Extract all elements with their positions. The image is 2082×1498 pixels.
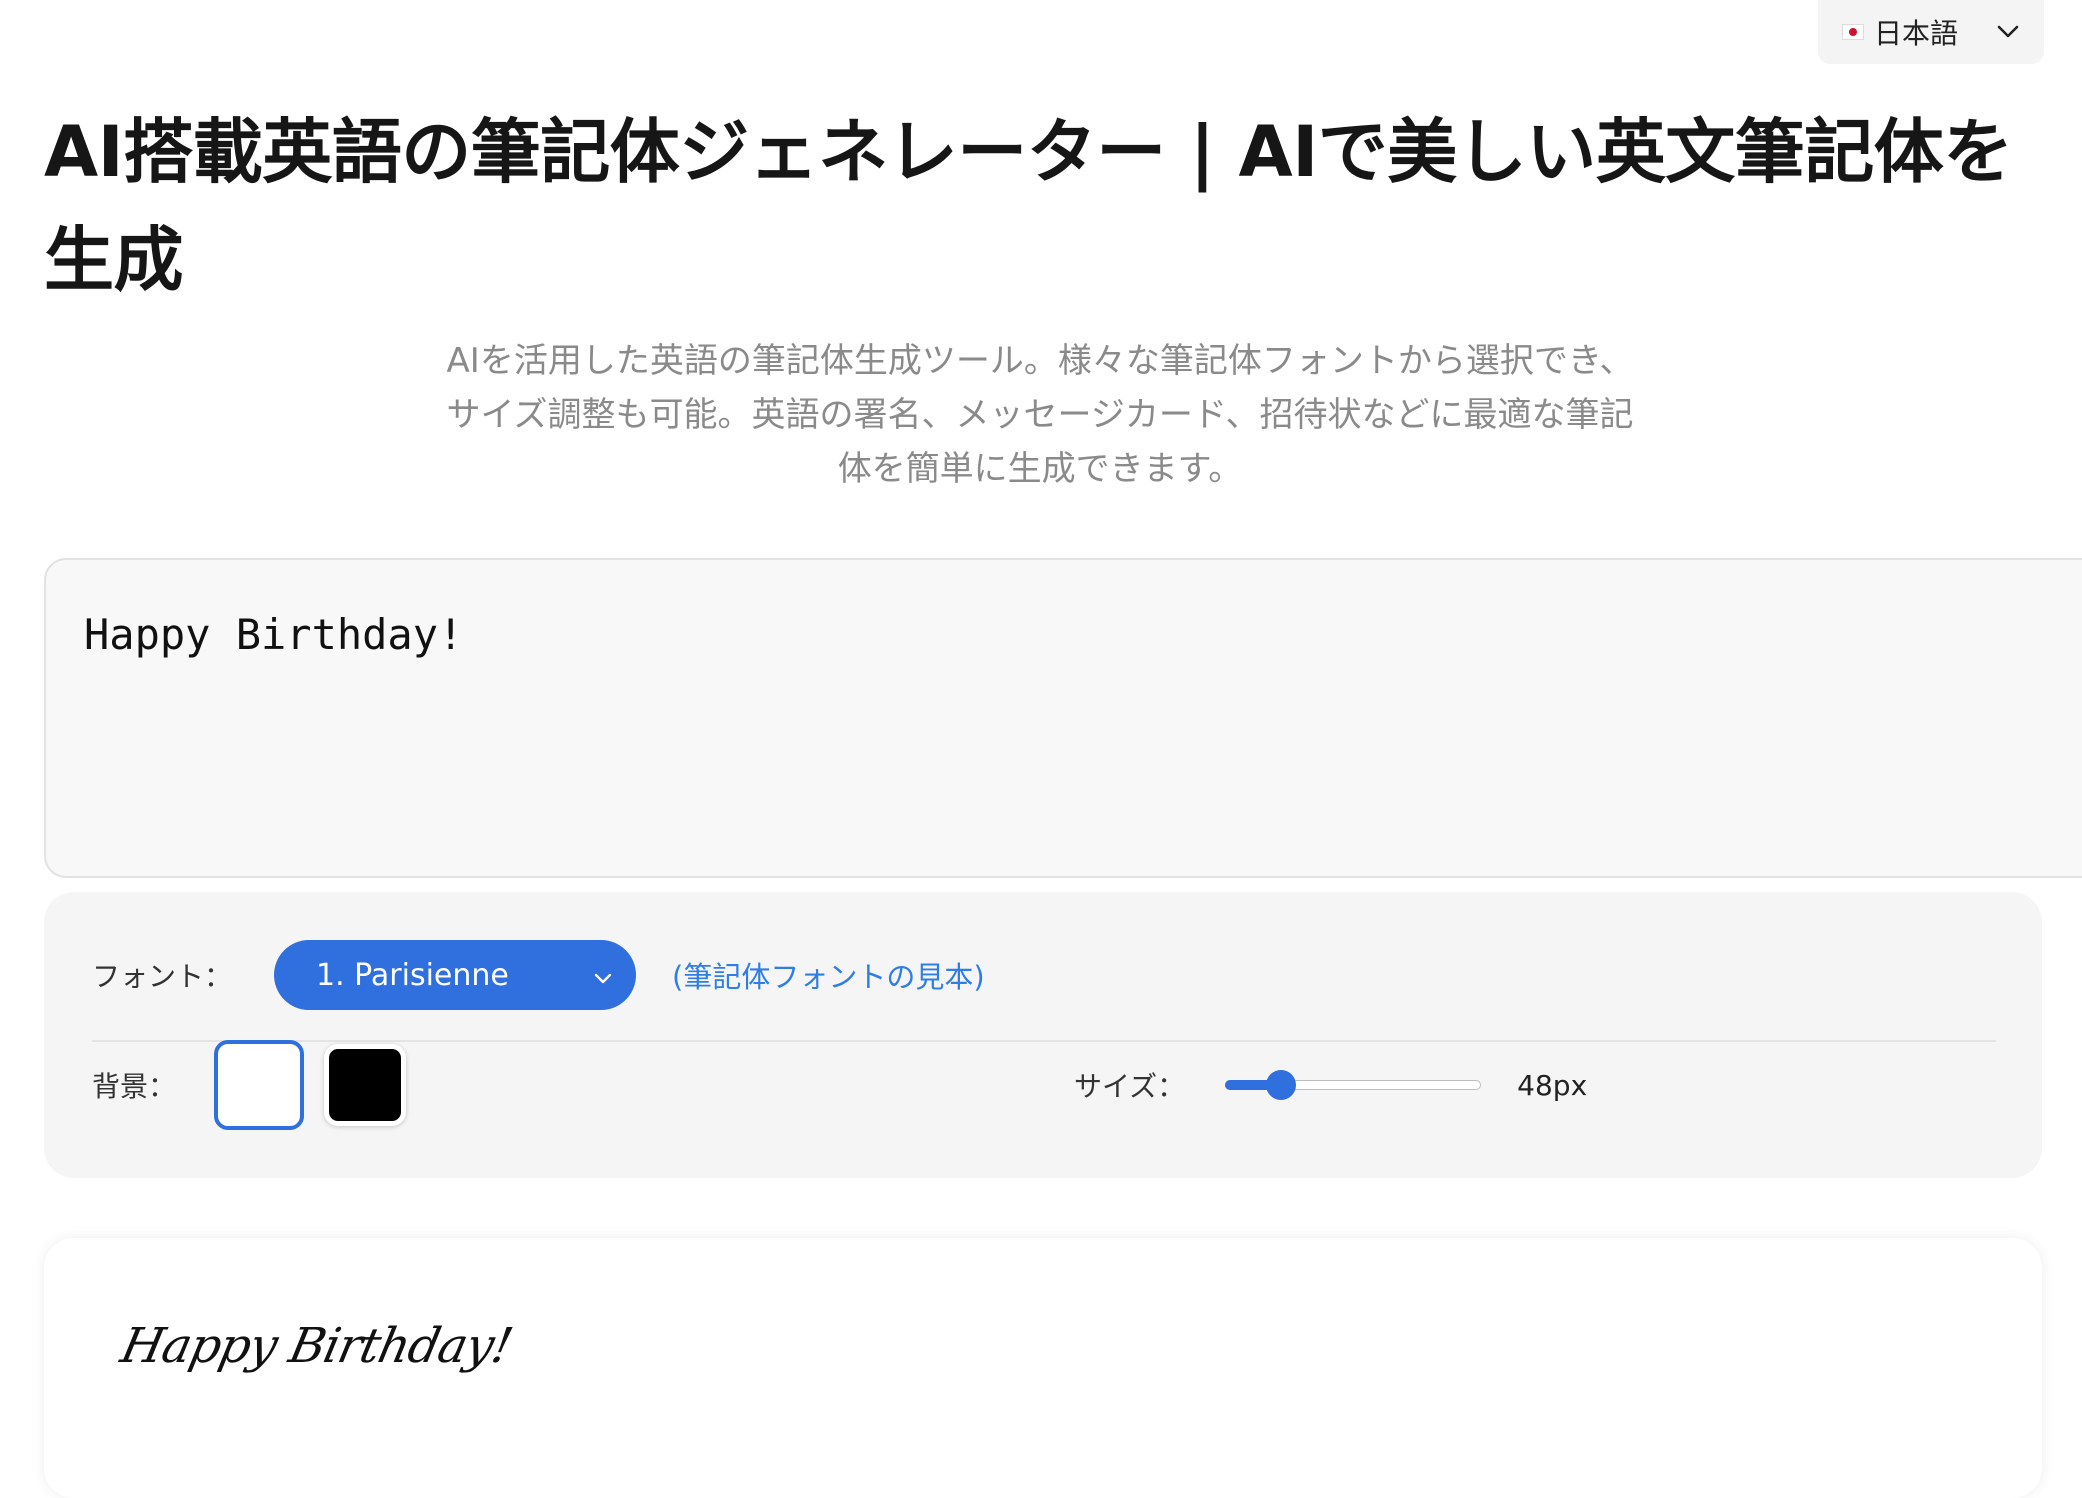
page-description: AIを活用した英語の筆記体生成ツール。様々な筆記体フォントから選択でき、サイズ調… bbox=[446, 341, 1634, 489]
background-swatch-black[interactable] bbox=[324, 1044, 407, 1126]
page-title: AI搭載英語の筆記体ジェネレーター | AIで美しい英文筆記体を生成 bbox=[44, 111, 2013, 301]
size-row: サイズ： 48px bbox=[1074, 1040, 1587, 1130]
text-input[interactable]: Happy Birthday! bbox=[44, 558, 2082, 878]
font-label: フォント： bbox=[92, 960, 233, 993]
preview-card: Happy Birthday! bbox=[44, 1238, 2042, 1498]
size-label: サイズ： bbox=[1074, 1070, 1186, 1103]
size-slider-thumb[interactable] bbox=[1266, 1070, 1297, 1100]
background-row: 背景： bbox=[92, 1040, 407, 1130]
chevron-down-icon bbox=[1996, 20, 2020, 44]
size-slider[interactable] bbox=[1225, 1070, 1482, 1100]
font-samples-link[interactable]: (筆記体フォントの見本) bbox=[672, 954, 985, 996]
background-swatch-white[interactable] bbox=[214, 1040, 305, 1130]
background-label: 背景： bbox=[92, 1070, 177, 1103]
font-row: フォント： 1. Parisienne (筆記体フォントの見本) bbox=[92, 940, 985, 1010]
font-select-value: 1. Parisienne bbox=[316, 957, 509, 993]
controls-panel: フォント： 1. Parisienne (筆記体フォントの見本) 背景： サイズ… bbox=[44, 892, 2042, 1178]
japan-flag-icon bbox=[1842, 24, 1864, 40]
preview-text: Happy Birthday! bbox=[116, 1318, 517, 1374]
chevron-down-icon bbox=[594, 958, 612, 993]
language-selector[interactable]: 日本語 bbox=[1818, 0, 2044, 64]
size-value: 48px bbox=[1517, 1068, 1588, 1102]
font-select[interactable]: 1. Parisienne bbox=[274, 940, 637, 1010]
language-label: 日本語 bbox=[1874, 17, 1959, 50]
